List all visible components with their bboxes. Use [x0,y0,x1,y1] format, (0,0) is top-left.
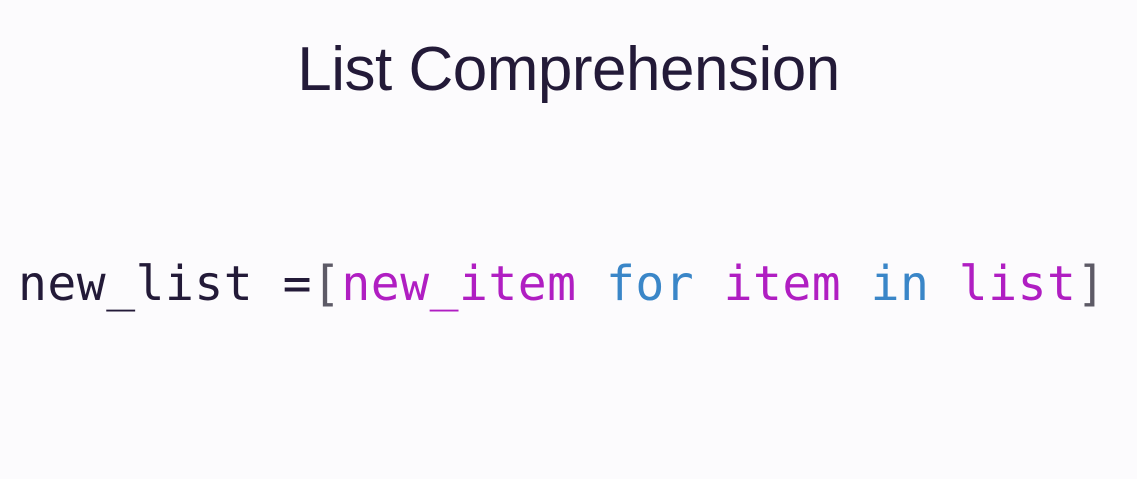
code-token-loop-variable: item [723,256,842,312]
slide-title: List Comprehension [297,35,840,104]
code-token-assignment-target: new_list = [18,256,312,312]
code-token-keyword-for: for [605,256,695,312]
code-token-open-bracket: [ [311,256,342,312]
code-token-keyword-in: in [870,256,930,312]
slide: List Comprehension new_list =[new_item f… [0,0,1137,479]
code-line: new_list =[new_item for item in list] [18,252,1106,316]
code-token-iterable: list [958,256,1077,312]
code-token-expression: new_item [341,256,577,312]
code-token-close-bracket: ] [1076,256,1106,312]
